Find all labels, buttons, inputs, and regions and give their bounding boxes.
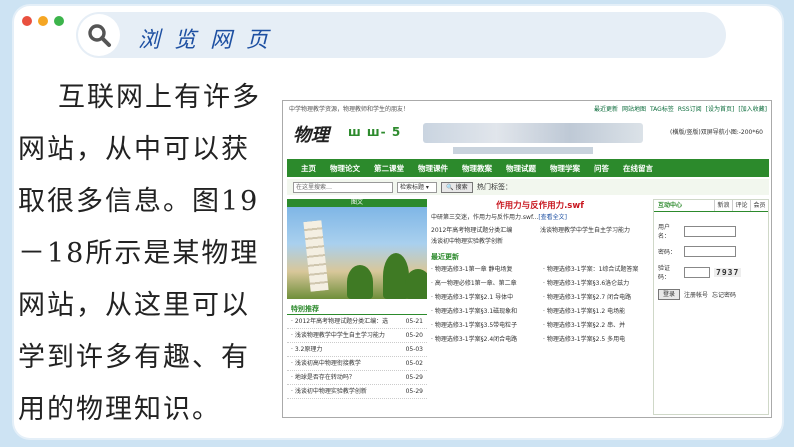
site-address: (横版/竖版)双屏导航小图:-200*60 [670, 129, 763, 136]
nav-guestbook[interactable]: 在线留言 [623, 163, 653, 174]
top-link-tag[interactable]: TAG标签 [650, 104, 674, 113]
list-item[interactable]: · 3.2原理力 05-03 [287, 343, 427, 357]
login-form: 用户名： 密码： 验证码： 7937 登录 注册帐号 忘记密码 [654, 212, 768, 304]
captcha-row: 验证码： 7937 [658, 263, 764, 281]
recommend-list: · 2012年高考物理试题分类汇编：选 05-21 · 浅谈物理教学中学生自主学习… [287, 315, 427, 399]
nav-papers[interactable]: 物理论文 [330, 163, 360, 174]
username-field[interactable] [684, 225, 736, 237]
captcha-label: 验证码： [658, 265, 671, 281]
list-item[interactable]: · 物理选修3-1学案：1综合试题答案 [543, 263, 649, 277]
list-item[interactable]: · 物理选修3-1第一章 静电场复 [431, 263, 537, 277]
list-item[interactable]: · 浅谈初高中物理衔接教学 05-02 [287, 357, 427, 371]
search-button[interactable]: 🔍 搜索 [441, 181, 473, 193]
list-item[interactable]: · 物理选修3-1学案§2.1 导体中 [431, 291, 537, 305]
updates-list: · 物理选修3-1第一章 静电场复 · 物理选修3-1学案：1综合试题答案 · … [431, 263, 649, 347]
top-links: 最近更新 网站地图 TAG标签 RSS订阅 [设为首页] [加入收藏] [594, 104, 767, 113]
featured-photo[interactable] [287, 207, 427, 299]
read-more-link[interactable]: [查看全文] [538, 214, 567, 221]
article-link[interactable]: 浅谈初中物理实验教学创新 [431, 236, 540, 247]
login-panel-title: 互动中心 [658, 202, 683, 209]
site-logo[interactable]: 物理 ш ш- 5 [293, 121, 403, 151]
article-link[interactable]: 2012年高考物理试题分类汇编 [431, 225, 540, 236]
list-item[interactable]: · 浅谈初中物理实验教学创新 05-29 [287, 385, 427, 399]
green-dot [54, 16, 64, 26]
list-item[interactable]: · 物理选修3-1学案§2.5 多用电 [543, 333, 649, 347]
list-item[interactable]: · 浅谈物理教学中学生自主学习能力 05-20 [287, 329, 427, 343]
top-link-favorite[interactable]: [加入收藏] [738, 104, 767, 113]
tree-image [405, 269, 427, 299]
list-item[interactable]: · 2012年高考物理试题分类汇编：选 05-21 [287, 315, 427, 329]
captcha-image: 7937 [714, 267, 742, 277]
list-item[interactable]: · 物理选修3-1学案§2.2 串、并 [543, 319, 649, 333]
captcha-field[interactable] [684, 266, 710, 278]
login-tabs: 互动中心 新浪 评论 会员 [654, 200, 768, 212]
tab-members[interactable]: 会员 [750, 200, 768, 211]
list-item[interactable]: · 物理选修3-1学案§1.2 电场能 [543, 305, 649, 319]
list-item[interactable]: · 物理选修3-1学案§3.5带电粒子 [431, 319, 537, 333]
list-item[interactable]: · 物理选修3-1学案§3.6洛仑兹力 [543, 277, 649, 291]
article-link[interactable]: 浅谈物理教学中学生自主学习能力 [540, 225, 649, 236]
list-item[interactable]: · 物理选修3-1学案§2.7 闭合电路 [543, 291, 649, 305]
red-dot [22, 16, 32, 26]
blurred-banner-sub [453, 147, 593, 154]
tab-comments[interactable]: 评论 [732, 200, 750, 211]
photo-header: 图文 [287, 199, 427, 207]
site-nav: 主页 物理论文 第二课堂 物理课件 物理教案 物理试题 物理学案 问答 在线留言 [287, 159, 769, 177]
list-item[interactable]: · 地球是否存在转动吗？ 05-29 [287, 371, 427, 385]
site-slogan: 中学物理教学资源，物理教师和学生的朋友！ [289, 106, 410, 113]
logo-green-text: ш ш- 5 [348, 125, 402, 139]
nav-study[interactable]: 物理学案 [550, 163, 580, 174]
left-column: 图文 特别推荐 · 2012年高考物理试题分类汇编：选 05-21 · 浅谈物理教… [287, 199, 427, 415]
nav-home[interactable]: 主页 [301, 163, 316, 174]
password-field[interactable] [684, 246, 736, 257]
updates-header: 最近更新 [431, 253, 459, 261]
site-search-row: 在这里搜索… 检索标题 ▾ 🔍 搜索 热门标签： [287, 179, 769, 195]
article-summary: 中研第三交迷，作用力与反作用力.swf...[查看全文] [431, 214, 568, 221]
article-title[interactable]: 作用力与反作用力.swf [431, 199, 649, 213]
blurred-banner [423, 123, 643, 143]
body-paragraph: 互联网上有许多网站，从中可以获取很多信息。图19－18所示是某物理网站，从这里可… [18, 82, 261, 425]
site-search-input[interactable]: 在这里搜索… [293, 181, 393, 193]
pisa-tower-image [303, 220, 329, 292]
website-screenshot: 中学物理教学资源，物理教师和学生的朋友！ 最近更新 网站地图 TAG标签 RSS… [282, 100, 772, 418]
tab-sina[interactable]: 新浪 [714, 200, 732, 211]
nav-qa[interactable]: 问答 [594, 163, 609, 174]
list-item[interactable]: · 物理选修3-1学案§2.4闭合电路 [431, 333, 537, 347]
page-title: 浏览网页 [138, 28, 283, 53]
nav-tests[interactable]: 物理试题 [506, 163, 536, 174]
top-link-homepage[interactable]: [设为首页] [706, 104, 735, 113]
hot-tags-label: 热门标签： [477, 183, 512, 191]
top-link-rss[interactable]: RSS订阅 [678, 104, 702, 113]
forgot-password-link[interactable]: 忘记密码 [712, 290, 736, 299]
list-item[interactable]: · 物理选修3-1学案§3.1磁现象和 [431, 305, 537, 319]
article-links: 2012年高考物理试题分类汇编 浅谈物理教学中学生自主学习能力 浅谈初中物理实验… [431, 225, 649, 247]
top-link-sitemap[interactable]: 网站地图 [622, 104, 646, 113]
recommend-header: 特别推荐 [287, 303, 427, 315]
top-link-recent[interactable]: 最近更新 [594, 104, 618, 113]
orange-dot [38, 16, 48, 26]
login-panel: 互动中心 新浪 评论 会员 用户名： 密码： 验证码： 7937 登录 注册帐号 [653, 199, 769, 415]
logo-text: 物理 [293, 125, 329, 146]
login-actions: 登录 注册帐号 忘记密码 [658, 289, 764, 300]
username-label: 用户名： [658, 224, 671, 240]
password-row: 密码： [658, 246, 764, 257]
middle-column: 作用力与反作用力.swf 中研第三交迷，作用力与反作用力.swf...[查看全文… [431, 199, 649, 415]
window-dots [22, 16, 64, 26]
search-type-select[interactable]: 检索标题 ▾ [397, 181, 437, 193]
article-link[interactable] [540, 236, 649, 247]
register-link[interactable]: 注册帐号 [684, 290, 708, 299]
nav-lessons[interactable]: 物理教案 [462, 163, 492, 174]
tree-image [347, 265, 373, 299]
nav-courseware[interactable]: 物理课件 [418, 163, 448, 174]
username-row: 用户名： [658, 222, 764, 240]
site-top-row: 中学物理教学资源，物理教师和学生的朋友！ 最近更新 网站地图 TAG标签 RSS… [289, 104, 767, 113]
password-label: 密码： [658, 249, 677, 256]
login-button[interactable]: 登录 [658, 289, 680, 300]
search-icon [78, 14, 120, 56]
list-item[interactable]: · 高一物理必修1第一章、第二章 [431, 277, 537, 291]
nav-class[interactable]: 第二课堂 [374, 163, 404, 174]
